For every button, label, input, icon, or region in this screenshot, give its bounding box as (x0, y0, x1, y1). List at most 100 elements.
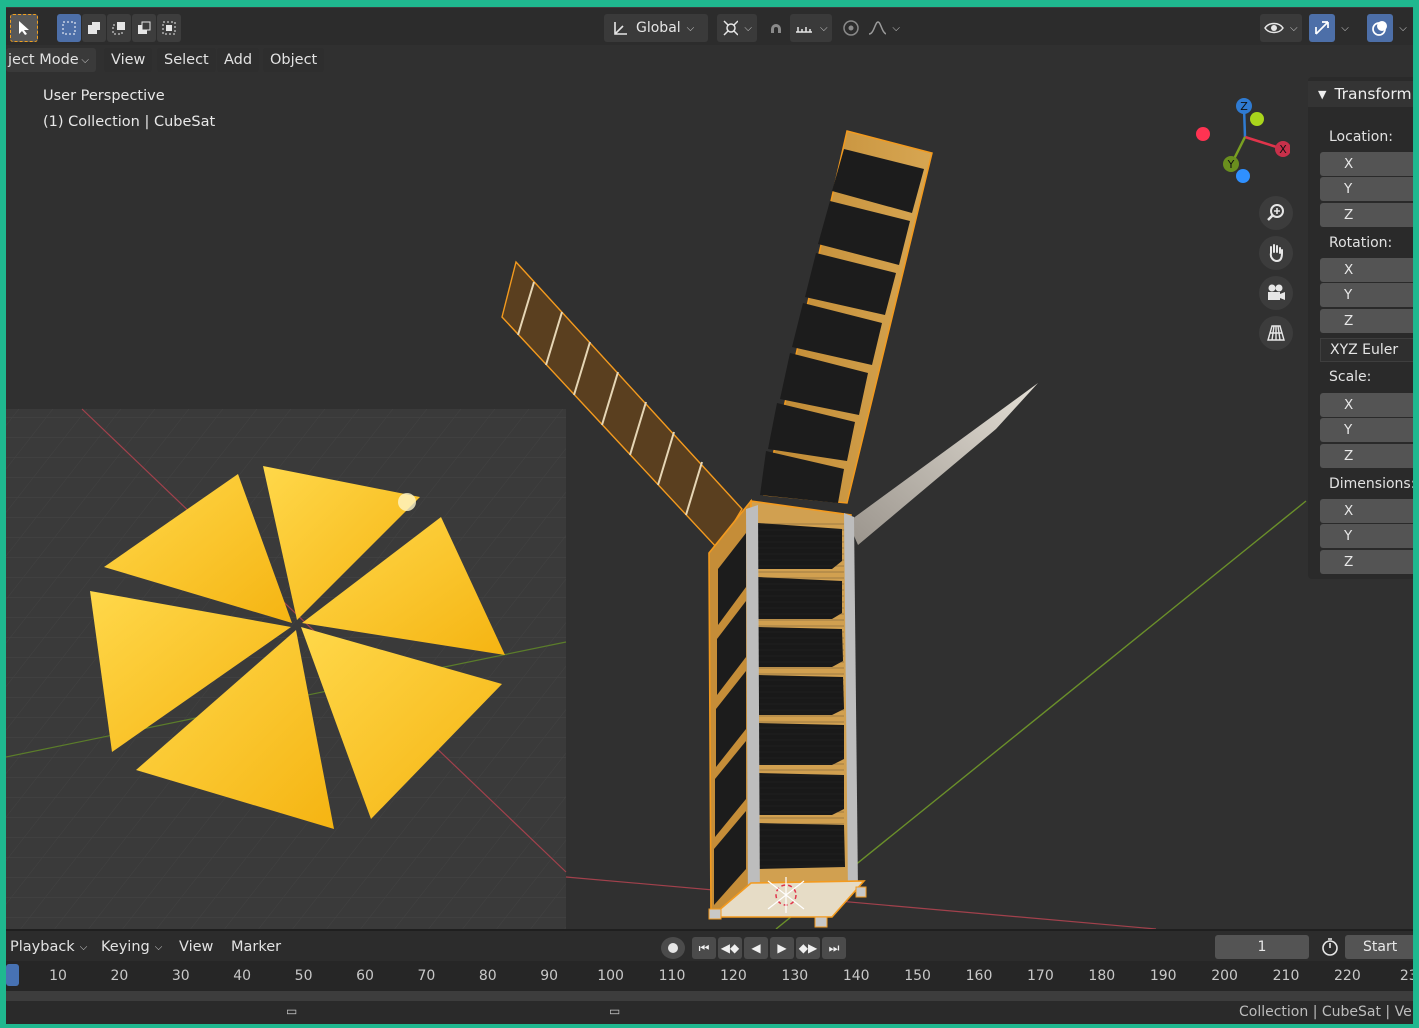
playhead-indicator[interactable] (6, 964, 19, 986)
jump-start-button[interactable]: ⏮ (692, 937, 716, 959)
visibility-dropdown[interactable]: ⌵ (1260, 14, 1302, 42)
menu-object[interactable]: Object (263, 48, 325, 72)
gizmo-toggle-button[interactable] (1309, 14, 1335, 42)
overlay-toggle-button[interactable] (1367, 14, 1393, 42)
select-extend-icon (88, 22, 100, 34)
collapse-triangle-icon: ▼ (1318, 87, 1327, 101)
timeline-tick-label: 70 (417, 968, 436, 984)
viewport-header: Global ⌵ ⌵ ⌵ ⌵ ⌵ ⌵ ⌵ (6, 7, 1413, 45)
current-frame-field[interactable]: 1 (1215, 935, 1309, 959)
viewport-3d-scene[interactable] (6, 77, 1413, 929)
grid-perspective-icon (1267, 325, 1285, 341)
playback-menu[interactable]: Playback ⌵ (10, 936, 87, 958)
chevron-down-icon: ⌵ (1290, 22, 1298, 34)
play-button[interactable]: ▶ (770, 937, 794, 959)
navigation-gizmo[interactable]: Z X Y (1190, 93, 1290, 189)
record-button[interactable] (661, 937, 685, 959)
dimensions-x-field[interactable]: X (1320, 499, 1413, 523)
pivot-point-dropdown[interactable]: ⌵ (717, 14, 757, 42)
select-box-new-button[interactable] (57, 14, 81, 42)
rotation-z-field[interactable]: Z (1320, 309, 1413, 333)
select-extend-button[interactable] (82, 14, 106, 42)
timeline-tick-label: 100 (597, 968, 624, 984)
rotation-x-field[interactable]: X (1320, 258, 1413, 282)
scale-label: Scale: (1329, 369, 1372, 385)
orientation-label: Global (636, 20, 681, 36)
select-subtract-icon (112, 22, 125, 35)
preview-range-toggle[interactable] (1317, 935, 1343, 959)
timeline-tick-label: 200 (1211, 968, 1238, 984)
falloff-curve-icon (868, 21, 887, 35)
rotation-mode-dropdown[interactable]: XYZ Euler (1320, 338, 1413, 362)
mode-dropdown[interactable]: ject Mode ⌵ (6, 48, 96, 72)
camera-icon (1268, 284, 1285, 300)
rotation-y-field[interactable]: Y (1320, 283, 1413, 307)
timeline-tick-label: 160 (965, 968, 993, 984)
next-keyframe-button[interactable]: ◆▶ (796, 937, 820, 959)
location-y-field[interactable]: Y (1320, 177, 1413, 201)
chevron-down-icon: ⌵ (892, 22, 900, 34)
gizmo-dropdown[interactable]: ⌵ (1336, 14, 1354, 42)
overlay-icon (1372, 21, 1387, 36)
hand-icon (1269, 244, 1283, 263)
start-frame-field[interactable]: Start (1345, 935, 1413, 959)
proportional-edit-button[interactable] (839, 14, 863, 42)
select-intersect-button[interactable] (157, 14, 181, 42)
timeline-tick-label: 10 (49, 968, 67, 984)
chevron-down-icon: ⌵ (79, 941, 88, 953)
scale-x-field[interactable]: X (1320, 393, 1413, 417)
marker-menu[interactable]: Marker (231, 936, 281, 958)
overlay-dropdown[interactable]: ⌵ (1394, 14, 1412, 42)
top-solar-panel[interactable] (760, 130, 933, 504)
perspective-toggle-button[interactable] (1259, 316, 1293, 350)
play-reverse-button[interactable]: ◀ (744, 937, 768, 959)
silver-wing-panel[interactable] (848, 383, 1038, 545)
timeline-tick-label: 120 (720, 968, 747, 984)
box-select-icon (62, 21, 76, 35)
timeline-tick-label: 90 (540, 968, 559, 984)
timeline-scrollbar[interactable] (6, 991, 1413, 1001)
timeline-ruler[interactable]: 10 20 30 40 50 60 70 80 90 100 110 120 130 140 150 160 1… (6, 961, 1413, 991)
dimensions-y-field[interactable]: Y (1320, 524, 1413, 548)
cubesat-body[interactable] (708, 498, 867, 928)
transform-orientation-dropdown[interactable]: Global ⌵ (604, 14, 708, 42)
dimensions-z-field[interactable]: Z (1320, 550, 1413, 574)
viewport-menubar: ject Mode ⌵ View Select Add Object (6, 45, 1413, 77)
magnet-icon (771, 24, 781, 33)
snap-toggle-button[interactable] (764, 14, 788, 42)
camera-view-button[interactable] (1259, 276, 1293, 310)
transform-panel-header[interactable]: ▼ Transform (1308, 81, 1413, 107)
scale-z-field[interactable]: Z (1320, 444, 1413, 468)
transform-title: Transform (1334, 85, 1412, 103)
chevron-down-icon: ⌵ (820, 22, 828, 34)
chevron-down-icon: ⌵ (154, 941, 163, 953)
select-tool-button[interactable] (10, 14, 38, 42)
prev-keyframe-button[interactable]: ◀◆ (718, 937, 742, 959)
chevron-down-icon: ⌵ (1341, 22, 1349, 34)
timeline-tick-label: 190 (1149, 968, 1177, 984)
snap-target-dropdown[interactable]: ⌵ (790, 14, 832, 42)
jump-end-button[interactable]: ⏭ (822, 937, 846, 959)
scale-y-field[interactable]: Y (1320, 418, 1413, 442)
pivot-point-icon (723, 20, 739, 36)
select-invert-button[interactable] (132, 14, 156, 42)
chevron-down-icon: ⌵ (1399, 22, 1407, 34)
location-z-field[interactable]: Z (1320, 203, 1413, 227)
select-subtract-button[interactable] (107, 14, 131, 42)
eye-icon (1264, 22, 1284, 34)
timeline-tick-label: 30 (171, 968, 190, 984)
timeline-view-menu[interactable]: View (179, 936, 213, 958)
menu-add[interactable]: Add (217, 48, 260, 72)
falloff-dropdown[interactable]: ⌵ (864, 14, 904, 42)
location-x-field[interactable]: X (1320, 152, 1413, 176)
proportional-edit-icon (843, 20, 859, 36)
select-invert-icon (138, 21, 151, 34)
keying-menu[interactable]: Keying ⌵ (101, 936, 162, 958)
pan-button[interactable] (1259, 236, 1293, 270)
menu-view[interactable]: View (104, 48, 153, 72)
prev-keyframe-icon: ◀◆ (720, 941, 740, 955)
menu-select[interactable]: Select (157, 48, 216, 72)
zoom-button[interactable] (1259, 196, 1293, 230)
timeline-tick-label: 80 (478, 968, 497, 984)
location-label: Location: (1329, 129, 1393, 145)
